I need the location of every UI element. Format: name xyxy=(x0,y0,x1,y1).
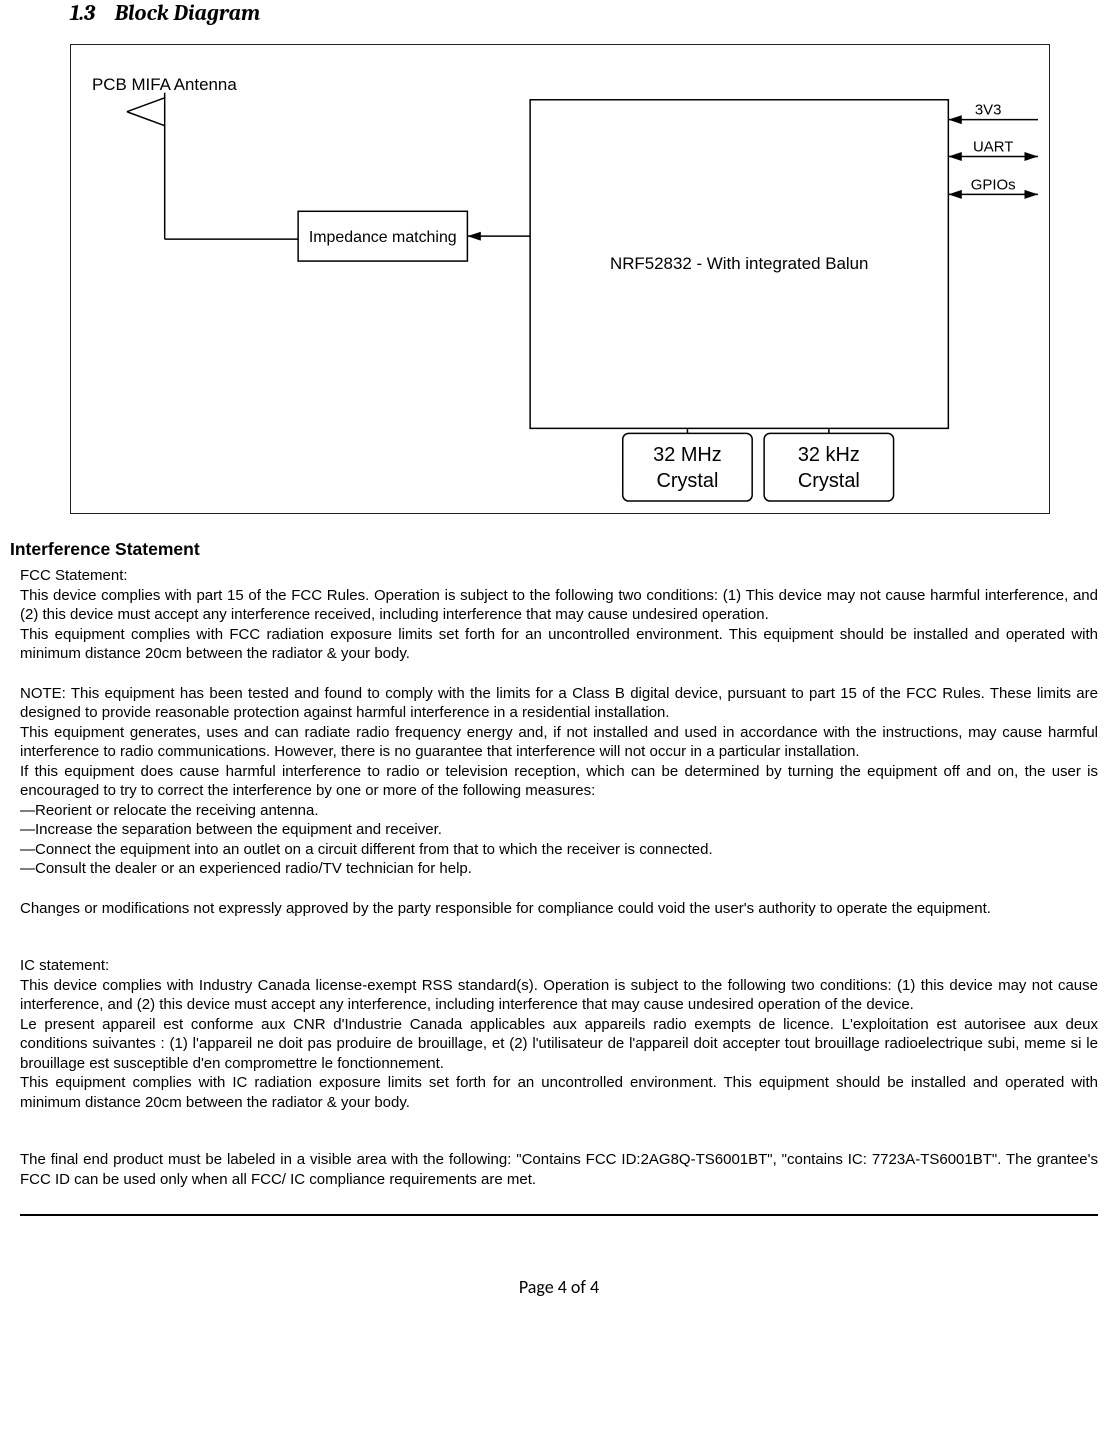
fcc-m2: —Increase the separation between the equ… xyxy=(20,820,1098,840)
diagram-crystal1-l1: 32 MHz xyxy=(653,444,722,466)
fcc-m1: —Reorient or relocate the receiving ante… xyxy=(20,801,1098,821)
fcc-p4: This equipment generates, uses and can r… xyxy=(20,723,1098,762)
fcc-title: FCC Statement: xyxy=(20,566,1098,586)
body-text: FCC Statement: This device complies with… xyxy=(10,566,1108,1189)
interference-heading: Interference Statement xyxy=(10,539,1108,560)
diagram-chip-label: NRF52832 - With integrated Balun xyxy=(610,254,868,273)
ic-title: IC statement: xyxy=(20,956,1098,976)
diagram-3v3-label: 3V3 xyxy=(975,102,1002,119)
fcc-p1: This device complies with part 15 of the… xyxy=(20,586,1098,625)
ic-p2: Le present appareil est conforme aux CNR… xyxy=(20,1015,1098,1074)
section-heading: 1.3 Block Diagram xyxy=(10,0,1108,44)
diagram-antenna-label: PCB MIFA Antenna xyxy=(92,75,237,94)
diagram-impedance-label: Impedance matching xyxy=(309,229,457,246)
block-diagram: PCB MIFA Antenna Impedance matching NRF5… xyxy=(70,44,1108,514)
fcc-m4: —Consult the dealer or an experienced ra… xyxy=(20,859,1098,879)
section-number: 1.3 xyxy=(70,0,95,26)
diagram-crystal2-l2: Crystal xyxy=(798,470,860,492)
ic-p1: This device complies with Industry Canad… xyxy=(20,976,1098,1015)
fcc-p6: Changes or modifications not expressly a… xyxy=(20,899,1098,919)
diagram-crystal1-l2: Crystal xyxy=(656,470,718,492)
diagram-gpios-label: GPIOs xyxy=(971,176,1016,193)
fcc-m3: —Connect the equipment into an outlet on… xyxy=(20,840,1098,860)
page-footer: Page 4 of 4 xyxy=(10,1216,1108,1318)
fcc-p3: NOTE: This equipment has been tested and… xyxy=(20,684,1098,723)
fcc-p2: This equipment complies with FCC radiati… xyxy=(20,625,1098,664)
label-note: The final end product must be labeled in… xyxy=(20,1150,1098,1189)
diagram-uart-label: UART xyxy=(973,139,1013,156)
ic-p3: This equipment complies with IC radiatio… xyxy=(20,1073,1098,1112)
fcc-p5: If this equipment does cause harmful int… xyxy=(20,762,1098,801)
diagram-crystal2-l1: 32 kHz xyxy=(798,444,860,466)
section-title: Block Diagram xyxy=(115,0,261,26)
